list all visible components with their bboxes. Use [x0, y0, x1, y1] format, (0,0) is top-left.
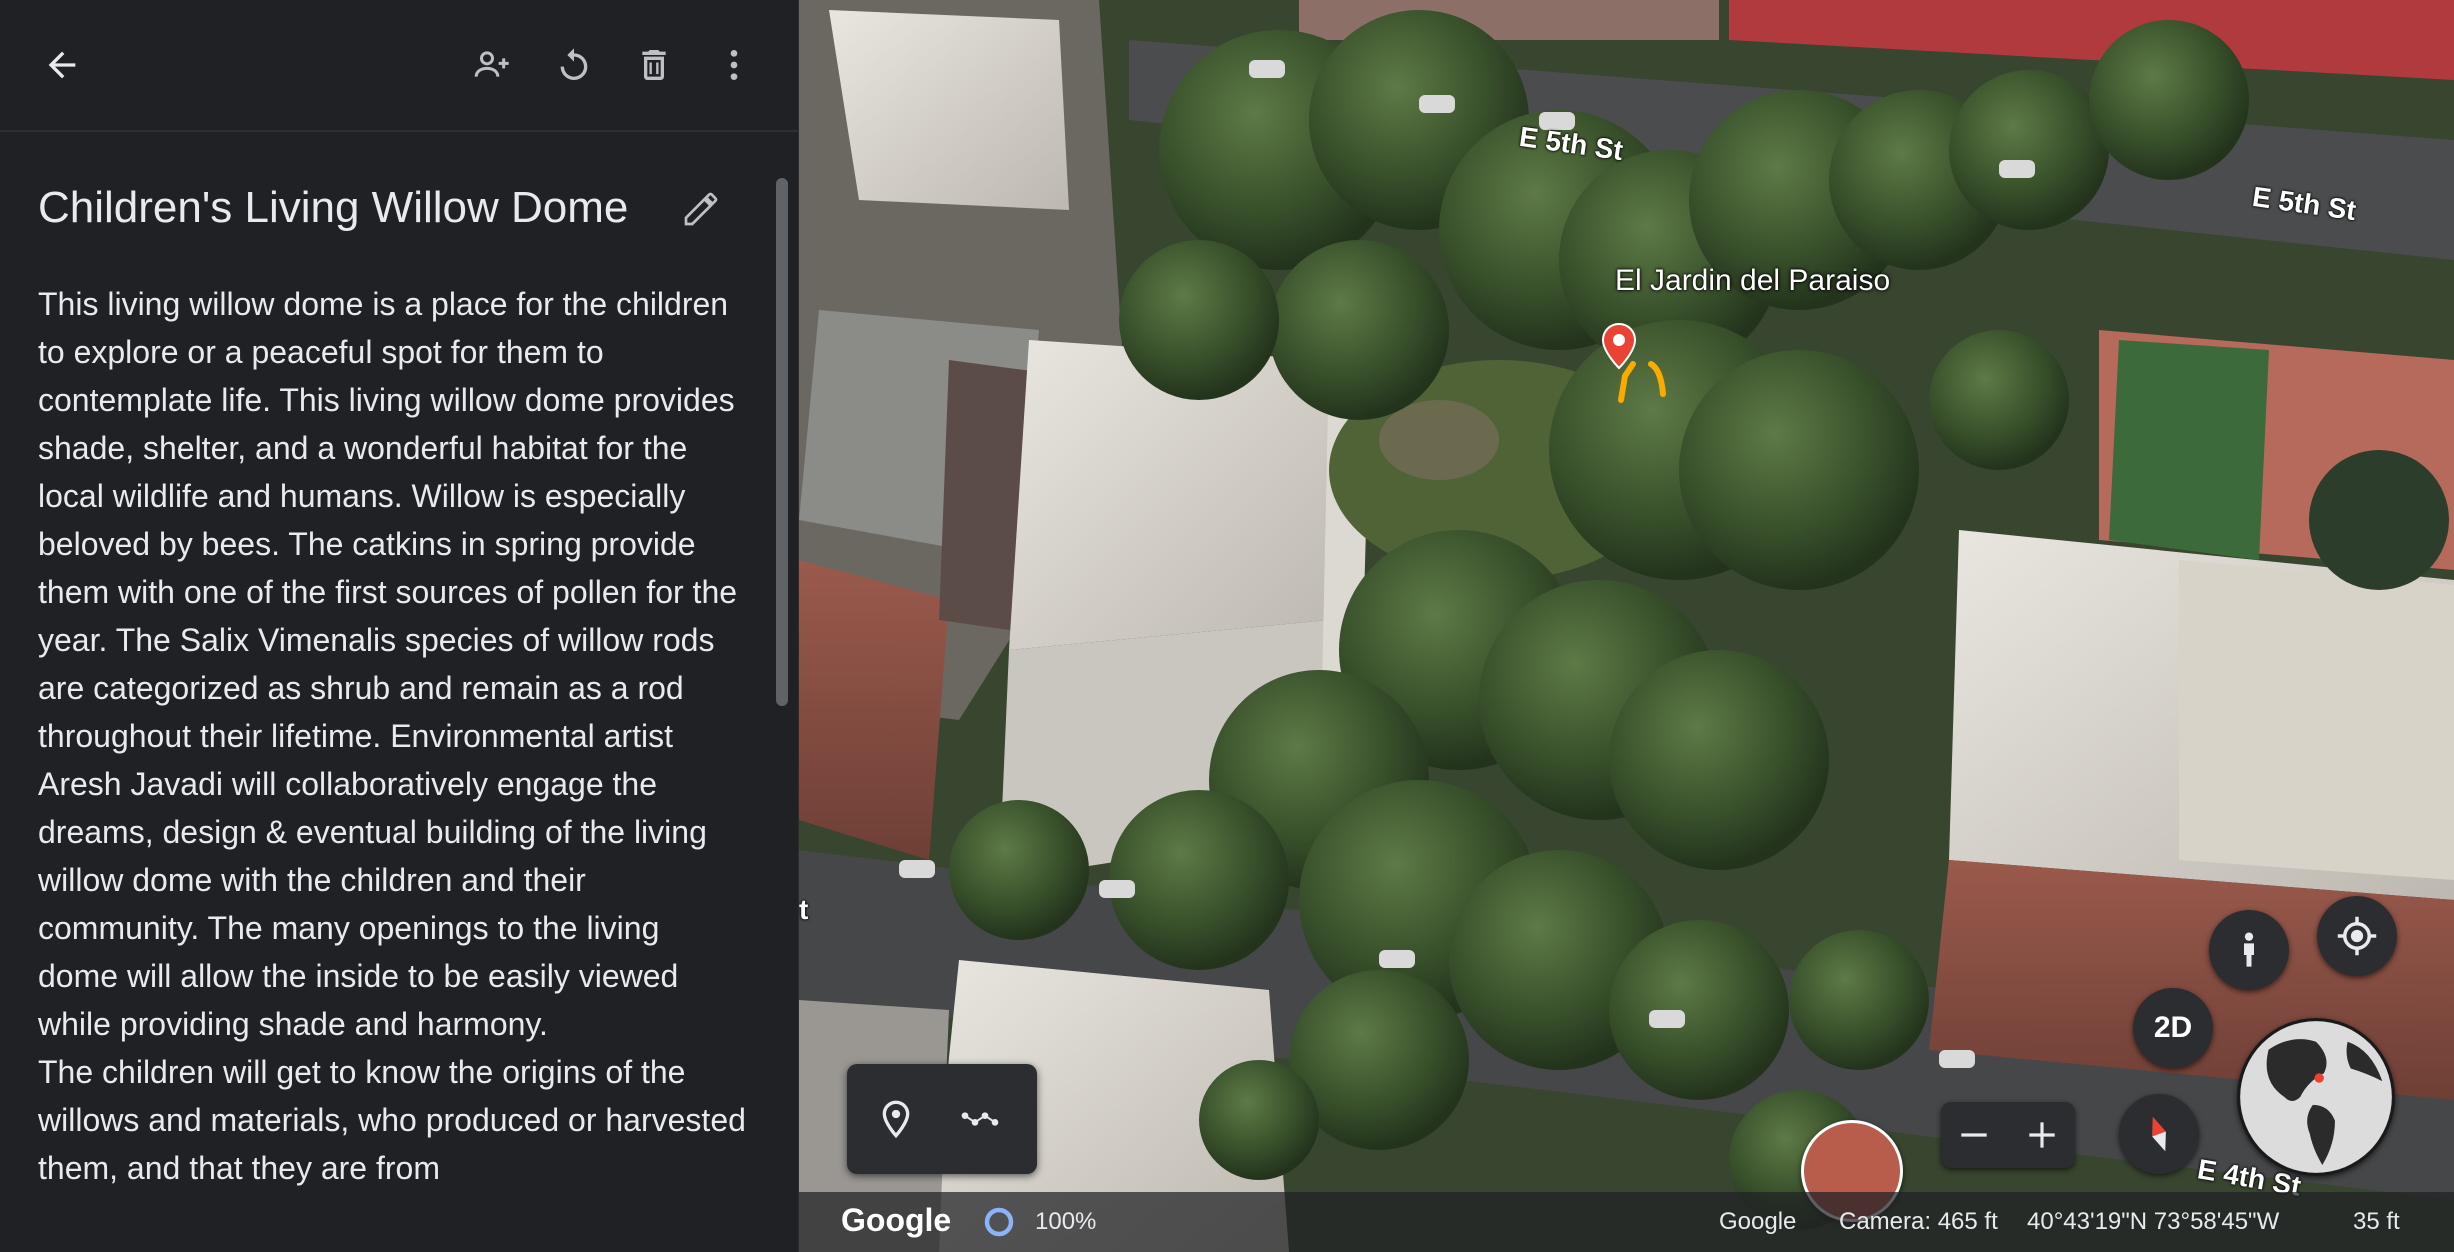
zoom-controls — [1941, 1102, 2075, 1168]
feature-title: Children's Living Willow Dome — [38, 183, 629, 232]
google-logo: Google — [841, 1202, 952, 1238]
scrollbar-thumb[interactable] — [776, 178, 788, 706]
feature-panel: Children's Living Willow Dome This livin… — [0, 0, 799, 1252]
refresh-icon — [560, 48, 588, 80]
globe-icon — [2240, 1021, 2392, 1173]
arrow-back-icon — [48, 51, 76, 79]
plus-icon — [2029, 1122, 2055, 1148]
panel-toolbar — [0, 0, 798, 132]
my-location-button[interactable] — [2317, 896, 2397, 976]
data-attribution[interactable]: Google — [1719, 1208, 1796, 1236]
camera-altitude: Camera: 465 ft — [1839, 1208, 1998, 1235]
satellite-imagery — [799, 0, 2454, 1252]
loading-percent: 100% — [1035, 1208, 1097, 1235]
add-placemark-button[interactable] — [863, 1086, 929, 1152]
pencil-icon — [684, 192, 718, 226]
reset-view-button[interactable] — [542, 33, 606, 97]
toggle-2d-button[interactable]: 2D — [2133, 988, 2213, 1068]
my-location-icon — [2337, 916, 2377, 956]
loading-ring-icon — [981, 1204, 1017, 1247]
globe-button[interactable] — [2237, 1018, 2395, 1176]
delete-button[interactable] — [622, 33, 686, 97]
edit-button[interactable] — [670, 178, 732, 240]
zoom-out-button[interactable] — [1941, 1102, 2007, 1168]
coordinates: 40°43'19"N 73°58'45"W — [2027, 1208, 2280, 1235]
pegman-icon — [2244, 932, 2254, 967]
trash-icon — [642, 50, 666, 80]
placemark-marker[interactable] — [1589, 320, 1709, 410]
description-paragraph: The children will get to know the origin… — [38, 1054, 746, 1186]
description-paragraph: This living willow dome is a place for t… — [38, 286, 738, 1042]
place-label[interactable]: El Jardin del Paraiso — [1615, 264, 1890, 298]
status-bar: Google 100% Google Camera: 465 ft 40°43'… — [799, 1192, 2454, 1252]
map-view[interactable]: E 5th St E 5th St E 4th St t El Jardin d… — [799, 0, 2454, 1252]
person-add-icon — [474, 51, 509, 77]
feature-description: This living willow dome is a place for t… — [38, 280, 748, 1192]
back-button[interactable] — [30, 33, 94, 97]
street-label: t — [799, 894, 809, 925]
draw-path-button[interactable] — [947, 1086, 1013, 1152]
compass-icon — [2152, 1116, 2166, 1152]
more-options-button[interactable] — [702, 33, 766, 97]
compass-button[interactable] — [2119, 1094, 2199, 1174]
zoom-in-button[interactable] — [2009, 1102, 2075, 1168]
minus-icon — [1961, 1133, 1987, 1137]
feature-content: Children's Living Willow Dome This livin… — [0, 132, 770, 1252]
more-vert-icon — [730, 50, 738, 80]
pegman-button[interactable] — [2209, 910, 2289, 990]
location-pin-icon — [882, 1100, 910, 1139]
path-icon — [961, 1112, 999, 1126]
drawing-tools — [847, 1064, 1037, 1174]
scale-label: 35 ft — [2353, 1208, 2400, 1235]
share-button[interactable] — [460, 33, 524, 97]
